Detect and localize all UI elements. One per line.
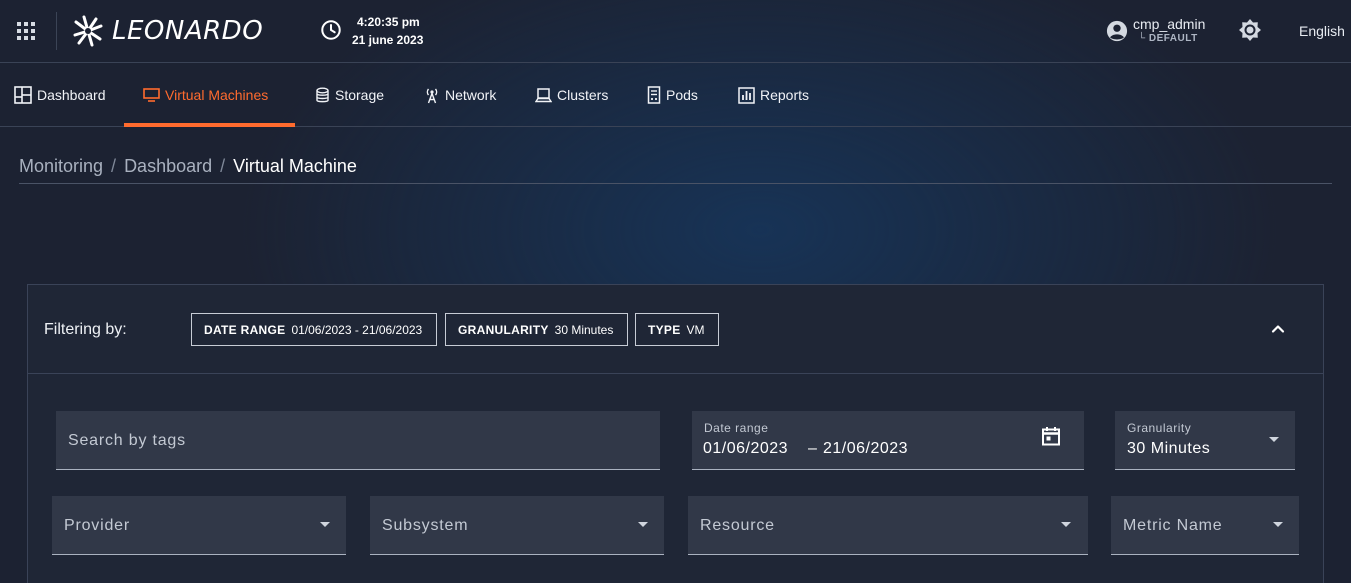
breadcrumb-item-dashboard[interactable]: Dashboard [124,156,212,176]
header-divider [56,12,57,50]
nav-item-pods[interactable]: Pods [647,63,698,127]
nav-label-storage: Storage [335,87,385,103]
breadcrumb-separator: / [111,156,117,176]
metric-name-placeholder: Metric Name [1123,517,1223,534]
current-date: 21 june 2023 [352,33,424,47]
chip-value: 30 Minutes [554,322,614,337]
date-range-label: Date range [704,421,769,435]
date-range-start[interactable]: 01/06/2023 [703,440,788,458]
breadcrumb-item-monitoring[interactable]: Monitoring [19,156,103,176]
language-selector[interactable]: English [1299,23,1345,39]
main-navigation: Dashboard Virtual Machines Storage Netwo… [0,63,1351,127]
nav-label-pods: Pods [666,87,698,103]
clock-icon [321,20,341,40]
breadcrumb: Monitoring / Dashboard / Virtual Machine [19,156,357,177]
nav-item-network[interactable]: Network [424,63,496,127]
nav-item-dashboard[interactable]: Dashboard [14,63,106,127]
leonardo-logo-icon [73,15,103,47]
top-bar: LEONARDO 4:20:35 pm 21 june 2023 cmp_adm… [0,0,1351,63]
filter-panel-header: Filtering by: DATE RANGE 01/06/2023 - 21… [28,285,1323,374]
chevron-down-icon [638,522,648,527]
subsystem-placeholder: Subsystem [382,517,469,534]
nav-label-reports: Reports [760,87,810,103]
dashboard-icon [14,86,32,104]
search-tags-input[interactable]: Search by tags [56,411,660,470]
metric-name-select[interactable]: Metric Name [1111,496,1299,555]
breadcrumb-divider [19,183,1332,184]
logo-text: LEONARDO [112,16,264,46]
nav-label-network: Network [445,87,497,103]
chip-key: GRANULARITY [458,322,549,337]
breadcrumb-item-current: Virtual Machine [233,156,357,176]
nav-item-storage[interactable]: Storage [315,63,384,127]
chevron-up-icon[interactable] [1269,320,1287,338]
provider-placeholder: Provider [64,517,130,534]
breadcrumb-separator: / [220,156,226,176]
date-range-end[interactable]: 21/06/2023 [823,440,908,458]
chevron-down-icon [1273,522,1283,527]
database-icon [316,87,329,102]
granularity-label: Granularity [1127,421,1192,435]
chevron-down-icon [1061,522,1071,527]
resource-select[interactable]: Resource [688,496,1088,555]
filter-label: Filtering by: [44,321,127,338]
theme-brightness-icon[interactable] [1238,18,1262,42]
user-role: └ DEFAULT [1138,33,1198,44]
active-tab-indicator [124,123,295,127]
chip-key: DATE RANGE [204,322,286,337]
nav-item-reports[interactable]: Reports [738,63,809,127]
current-time: 4:20:35 pm [357,15,420,29]
date-range-field[interactable]: Date range 01/06/2023 – 21/06/2023 [692,411,1084,470]
chip-value: VM [686,322,705,337]
monitor-icon [143,88,160,102]
filter-chip-type[interactable]: TYPE VM [635,313,719,346]
nav-label-clusters: Clusters [557,87,609,103]
granularity-value: 30 Minutes [1127,440,1211,457]
date-range-separator: – [808,440,818,457]
filter-panel: Filtering by: DATE RANGE 01/06/2023 - 21… [27,284,1324,583]
subsystem-select[interactable]: Subsystem [370,496,664,555]
user-name[interactable]: cmp_admin [1133,16,1205,32]
search-tags-placeholder: Search by tags [68,432,186,449]
chevron-down-icon [320,522,330,527]
leonardo-logo[interactable]: LEONARDO [72,12,263,50]
calendar-icon[interactable] [1040,425,1062,447]
chip-value: 01/06/2023 - 21/06/2023 [291,322,423,337]
nav-item-virtual-machines[interactable]: Virtual Machines [143,63,268,127]
granularity-select[interactable]: Granularity 30 Minutes [1115,411,1295,470]
chip-key: TYPE [648,322,681,337]
report-chart-icon [738,86,755,104]
chevron-down-icon [1269,437,1279,442]
nav-item-clusters[interactable]: Clusters [535,63,608,127]
resource-placeholder: Resource [700,517,775,534]
laptop-icon [535,88,552,103]
account-circle-icon[interactable] [1106,20,1128,42]
apps-grid-icon[interactable] [17,22,35,40]
antenna-icon [426,88,438,103]
provider-select[interactable]: Provider [52,496,346,555]
filter-chip-granularity[interactable]: GRANULARITY 30 Minutes [445,313,628,346]
server-icon [647,86,661,104]
filter-chip-date-range[interactable]: DATE RANGE 01/06/2023 - 21/06/2023 [191,313,437,346]
nav-label-dashboard: Dashboard [37,87,106,103]
nav-label-virtual-machines: Virtual Machines [165,87,269,103]
